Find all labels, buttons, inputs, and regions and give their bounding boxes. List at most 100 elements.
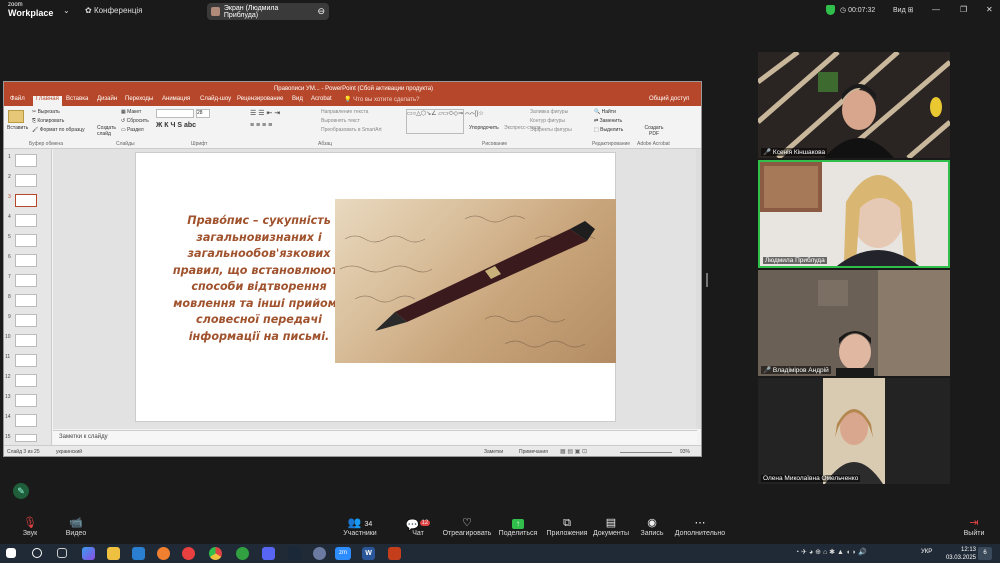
powerpoint-icon[interactable] [388, 547, 401, 560]
format-painter-button[interactable]: 🖌 Формат по образцу [32, 127, 85, 133]
conference-menu[interactable]: ✿ Конференція [85, 6, 143, 15]
shield-icon[interactable] [826, 5, 835, 15]
slide-thumbnail[interactable] [15, 234, 37, 247]
align-buttons[interactable]: ≡ ≡ ≡ ≡ [250, 122, 272, 129]
slide-thumbnail[interactable] [15, 274, 37, 287]
shape-effects-button[interactable]: Эффекты фигуры [530, 127, 572, 133]
participant-tile[interactable]: 🎤 Ксенія Кіншакова [758, 52, 950, 158]
annotate-icon[interactable]: ✎ [13, 483, 29, 499]
comments-toggle[interactable]: Примечания [519, 449, 548, 455]
zoom-slider[interactable] [620, 452, 672, 453]
tab-animation[interactable]: Анимация [162, 96, 190, 102]
edge-icon[interactable] [236, 547, 249, 560]
screen-share-indicator[interactable]: Экран (Людмила Приблуда) ⊖ [207, 3, 329, 20]
tab-slideshow[interactable]: Слайд-шоу [200, 96, 231, 102]
system-tray-icons[interactable]: ◔ ✈ ◕ ⊕ ⌂ ✱ ▲ ◖ ◗ 🔊 [795, 548, 867, 556]
task-view-icon[interactable] [57, 548, 67, 558]
vertical-scrollbar[interactable] [696, 149, 701, 429]
system-clock[interactable]: 12:13 03.03.2025 [946, 546, 976, 562]
chrome-icon[interactable] [209, 547, 222, 560]
section-button[interactable]: ▭ Раздел [121, 127, 144, 133]
slide-thumbnail[interactable] [15, 334, 37, 347]
tab-transitions[interactable]: Переходы [125, 96, 153, 102]
store-icon[interactable] [132, 547, 145, 560]
cut-button[interactable]: ✂ Вырезать [32, 109, 60, 115]
tab-insert[interactable]: Вставка [66, 96, 88, 102]
windows-start-icon[interactable] [6, 548, 16, 558]
close-icon[interactable]: ✕ [986, 5, 993, 14]
participant-tile[interactable]: Олена Миколаївна Омельченко [758, 378, 950, 484]
layout-button[interactable]: ▦ Макет [121, 109, 141, 115]
tab-acrobat[interactable]: Acrobat [311, 96, 332, 102]
word-icon[interactable]: W [362, 547, 375, 560]
replace-button[interactable]: ⇄ Заменить [594, 118, 622, 124]
slide-thumbnail[interactable] [15, 154, 37, 167]
language-indicator[interactable]: УКР [921, 549, 932, 555]
find-button[interactable]: 🔍 Найти [594, 109, 616, 115]
shape-outline-button[interactable]: Контур фигуры [530, 118, 565, 124]
slide-thumbnail[interactable] [15, 174, 37, 187]
steam-icon[interactable] [288, 547, 301, 560]
more-button[interactable]: ⋯ Дополнительно [670, 516, 730, 537]
participant-tile-active-speaker[interactable]: Людмила Приблуда [758, 160, 950, 268]
new-slide-button[interactable]: Создать слайд [97, 125, 117, 137]
select-button[interactable]: ⬚ Выделить [594, 127, 623, 133]
slide-thumbnail[interactable] [15, 254, 37, 267]
view-mode-icons[interactable]: ▦ ▤ ▣ ⊡ [560, 448, 587, 455]
shapes-gallery[interactable]: ▭○△⬡↘∠ ▱▭⬭◇⇒ ⌒⌒{}☆ [406, 109, 484, 134]
view-menu[interactable]: Вид ⊞ [893, 6, 913, 14]
slide-thumbnail[interactable] [15, 374, 37, 387]
copy-button[interactable]: ⎘ Копировать [32, 118, 64, 124]
slide-thumbnail[interactable] [15, 434, 37, 442]
tab-view[interactable]: Вид [292, 96, 303, 102]
participants-button[interactable]: 👥 34 Участники [330, 516, 390, 537]
participant-tile[interactable]: 🎤 Владіміров Андрій [758, 270, 950, 376]
arrange-button[interactable]: Упорядочить [469, 125, 499, 131]
chevron-down-icon[interactable]: ⌄ [63, 6, 70, 15]
copilot-icon[interactable] [82, 547, 95, 560]
slide-thumbnail[interactable] [15, 314, 37, 327]
slide-thumbnail[interactable] [15, 394, 37, 407]
slide-thumbnail[interactable] [15, 354, 37, 367]
splitter-handle[interactable] [706, 273, 708, 287]
tab-file[interactable]: Файл [10, 96, 25, 102]
smartart-button[interactable]: Преобразовать в SmartArt [321, 127, 382, 133]
paste-icon[interactable] [8, 110, 24, 123]
search-icon[interactable] [32, 548, 42, 558]
browser-icon[interactable] [313, 547, 326, 560]
font-name-field[interactable] [156, 109, 194, 118]
tab-home[interactable]: Главная [33, 96, 62, 106]
paste-button[interactable]: Вставить [7, 125, 28, 131]
zoom-level[interactable]: 93% [680, 449, 690, 455]
slide-body-text[interactable]: Право́пис – сукупність загальновизнаних … [164, 213, 354, 345]
restore-icon[interactable]: ❐ [960, 5, 967, 14]
notes-toggle[interactable]: Заметки [484, 449, 503, 455]
minimize-icon[interactable]: — [932, 5, 940, 14]
slide-thumbnail[interactable] [15, 294, 37, 307]
tell-me-box[interactable]: 💡 Что вы хотите сделать? [344, 96, 419, 103]
font-format-buttons[interactable]: Ж К Ч S abc [156, 122, 196, 129]
font-size-field[interactable]: 28 [196, 109, 210, 118]
firefox-icon[interactable] [157, 547, 170, 560]
notes-pane[interactable]: Заметки к слайду [53, 430, 697, 444]
tab-design[interactable]: Дизайн [97, 96, 117, 102]
create-pdf-button[interactable]: Создать PDF [643, 125, 665, 137]
zoom-app-icon[interactable]: zm [335, 547, 351, 560]
firefox-alt-icon[interactable] [182, 547, 195, 560]
reset-button[interactable]: ↺ Сбросить [121, 118, 149, 124]
list-buttons[interactable]: ☰ ☰ ⇤ ⇥ [250, 109, 280, 117]
leave-button[interactable]: ⇥ Выйти [944, 516, 1000, 537]
slide-thumbnail[interactable] [15, 414, 37, 427]
fountain-pen-image[interactable] [335, 199, 616, 363]
discord-icon[interactable] [262, 547, 275, 560]
align-text-button[interactable]: Выровнять текст [321, 118, 360, 124]
shape-fill-button[interactable]: Заливка фигуры [530, 109, 568, 115]
tab-review[interactable]: Рецензирование [237, 96, 283, 102]
notifications-icon[interactable]: 6 [978, 547, 992, 560]
more-options-icon[interactable]: ⊖ [317, 6, 325, 17]
language-indicator[interactable]: украинский [56, 449, 82, 455]
ppt-share-button[interactable]: Общий доступ [649, 96, 689, 102]
file-explorer-icon[interactable] [107, 547, 120, 560]
text-direction-button[interactable]: Направление текста [321, 109, 368, 115]
slide-thumbnail[interactable] [15, 214, 37, 227]
